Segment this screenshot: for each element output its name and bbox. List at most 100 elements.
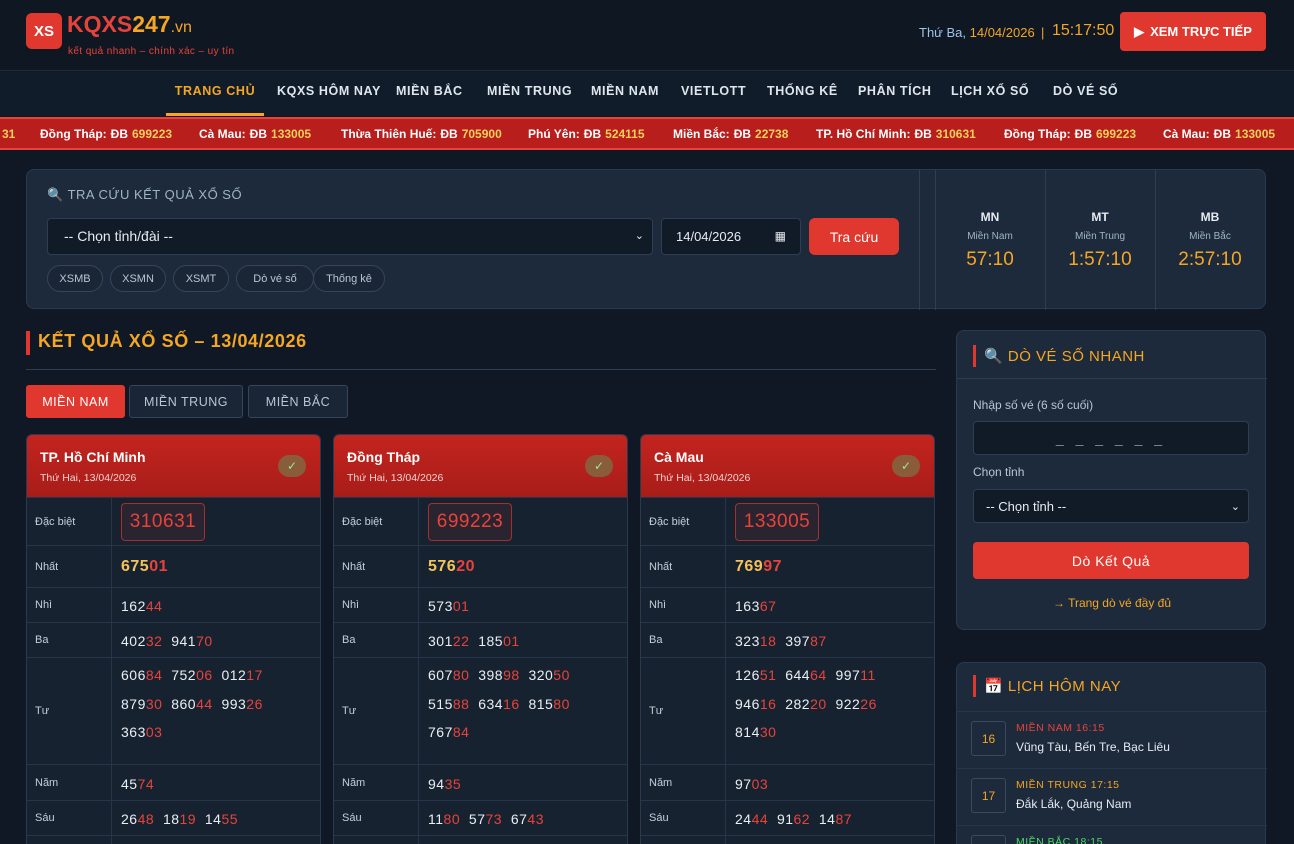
number-tail: 50 [553, 667, 570, 683]
prize-label: Đặc biệt [641, 498, 726, 545]
province-select[interactable]: -- Chọn tỉnh/đài -- ⌄ [47, 218, 653, 255]
number-tail: 62 [793, 811, 811, 827]
number-tail: 98 [503, 667, 520, 683]
ticker-item[interactable]: Phú Yên: ĐB 524115 [528, 127, 645, 141]
prize-row-g2: Nhì 16244 [27, 587, 320, 622]
number-tail: 44 [145, 598, 163, 614]
number-head: 515 [428, 695, 453, 712]
chip-statistics[interactable]: Thống kê [313, 265, 385, 292]
countdown-mb: MB Miền Bắc 2:57:10 [1178, 210, 1242, 270]
number-tail: 73 [485, 811, 503, 827]
prize-row-g1: Nhất 67501 [27, 545, 320, 587]
schedule-item[interactable]: 16 MIỀN NAM 16:15 Vũng Tàu, Bến Tre, Bạc… [957, 711, 1267, 767]
number-tail: 80 [452, 667, 470, 683]
date-separator: | [1041, 25, 1045, 40]
chip-xsmn[interactable]: XSMN [110, 265, 166, 292]
province-name[interactable]: Đồng Tháp [347, 449, 420, 465]
logo-mark[interactable]: XS [26, 13, 62, 49]
number-tail: 16 [503, 695, 520, 712]
prize-numbers: 40232 94170 [121, 633, 213, 649]
nav-item-statistics[interactable]: THỐNG KÊ [767, 72, 838, 116]
prize-label: Nhất [27, 546, 112, 587]
prize-row-g6: Sáu 1180 5773 6743 [334, 800, 627, 835]
lookup-button[interactable]: Tra cứu [809, 218, 899, 255]
nav-item-schedule[interactable]: LỊCH XỔ SỐ [951, 72, 1029, 116]
quick-province-select[interactable]: -- Chọn tỉnh -- ⌄ [973, 489, 1249, 523]
prize-label: Bảy [27, 836, 112, 844]
full-check-link[interactable]: → Trang dò vé đầy đủ [957, 596, 1267, 610]
logo-text[interactable]: KQXS247.vn [67, 10, 192, 42]
nav-item-north[interactable]: MIỀN BẮC [396, 72, 463, 116]
number-head: 282 [785, 695, 811, 712]
prize-row-g2: Nhì 57301 [334, 587, 627, 622]
date-value: 14/04/2026 [969, 25, 1035, 40]
prize-label: Tư [641, 658, 726, 764]
schedule-item[interactable]: 17 MIỀN TRUNG 17:15 Đắk Lắk, Quảng Nam [957, 768, 1267, 824]
nav-item-today[interactable]: KQXS HÔM NAY [277, 72, 381, 116]
number-head: 607 [428, 667, 453, 683]
check-result-button[interactable]: Dò Kết Quả [973, 542, 1249, 579]
prize-numbers: 32318 39787 [735, 633, 827, 649]
number-tail: 64 [810, 667, 827, 683]
nav-item-ticket-check[interactable]: DÒ VÉ SỐ [1053, 72, 1118, 116]
ticker-item[interactable]: TP. Hồ Chí Minh: ĐB 310631 [816, 127, 976, 141]
number-tail: 01 [503, 633, 520, 649]
ticket-label: Nhập số vé (6 số cuối) [973, 398, 1094, 412]
province-name[interactable]: Cà Mau [654, 449, 704, 465]
number-tail: 84 [145, 667, 163, 683]
nav-item-analysis[interactable]: PHÂN TÍCH [858, 72, 931, 116]
schedule-item[interactable]: 18 MIỀN BẮC 18:15 [957, 825, 1267, 844]
chip-xsmb[interactable]: XSMB [47, 265, 103, 292]
draw-date: Thứ Hai, 13/04/2026 [40, 472, 137, 484]
prize-label: Đặc biệt [334, 498, 419, 545]
ticker-item[interactable]: Miền Bắc: ĐB 22738 [673, 127, 788, 141]
number-head: 752 [171, 667, 197, 683]
number-head: 397 [785, 633, 811, 649]
nav-item-central[interactable]: MIỀN TRUNG [487, 72, 572, 116]
prize-label: Năm [641, 765, 726, 800]
tab-mien-trung[interactable]: MIỀN TRUNG [129, 385, 243, 418]
province-name[interactable]: TP. Hồ Chí Minh [40, 449, 146, 465]
divider [919, 170, 920, 310]
prize-label: Nhất [334, 546, 419, 587]
ticker-item[interactable]: Đồng Tháp: ĐB 699223 [40, 127, 172, 141]
lookup-panel: 🔍 TRA CỨU KẾT QUẢ XỔ SỐ -- Chọn tỉnh/đài… [26, 169, 1266, 310]
number-tail: 32 [145, 633, 163, 649]
prize-row-g1: Nhất 76997 [641, 545, 934, 587]
number-tail: 74 [137, 775, 155, 792]
ticket-input[interactable]: _ _ _ _ _ _ [973, 421, 1249, 455]
chip-ticket-check[interactable]: Dò vé số [236, 265, 314, 292]
check-icon: ✓ [892, 455, 920, 477]
tab-mien-bac[interactable]: MIỀN BẮC [248, 385, 348, 418]
nav-item-vietlott[interactable]: VIETLOTT [681, 72, 746, 116]
ticker-item[interactable]: Cà Mau: ĐB 133005 [1163, 127, 1275, 141]
prize-label: Tư [27, 658, 112, 764]
watch-live-label: XEM TRỰC TIẾP [1150, 24, 1252, 39]
prize-numbers: 9703 [735, 776, 768, 792]
tab-mien-nam[interactable]: MIỀN NAM [26, 385, 125, 418]
number-tail: 80 [553, 695, 570, 712]
results-title: KẾT QUẢ XỔ SỐ – 13/04/2026 [26, 331, 307, 355]
prize-row-db: Đặc biệt 310631 [27, 497, 320, 545]
ticker-item[interactable]: Đồng Tháp: ĐB 699223 [1004, 127, 1136, 141]
date-input[interactable]: 14/04/2026 ▦ [661, 218, 801, 255]
current-date: Thứ Ba, 14/04/2026 [919, 25, 1035, 40]
number-head: 814 [735, 724, 760, 740]
prize-row-g7: Bảy454 [27, 835, 320, 844]
prize-numbers: 60684 75206 01217 [121, 667, 263, 683]
ticker-item[interactable]: Thừa Thiên Huế: ĐB 705900 [341, 127, 502, 141]
nav-item-home[interactable]: TRANG CHỦ [166, 72, 264, 116]
ticker-item[interactable]: Cà Mau: ĐB 133005 [199, 127, 311, 141]
prize-row-g3: Ba 30122 18501 [334, 622, 627, 657]
watch-live-button[interactable]: ▶ XEM TRỰC TIẾP [1120, 12, 1266, 51]
calendar-icon[interactable]: ▦ [775, 219, 786, 254]
prize-numbers: 16367 [735, 598, 776, 614]
prize-label: Nhì [27, 588, 112, 622]
nav-item-south[interactable]: MIỀN NAM [591, 72, 659, 116]
check-icon: ✓ [585, 455, 613, 477]
prize-numbers: 2444 9162 1487 [735, 811, 852, 827]
schedule-day: 16 [971, 721, 1006, 756]
divider [957, 378, 1267, 379]
chip-xsmt[interactable]: XSMT [173, 265, 229, 292]
logo-num: 247 [132, 11, 171, 37]
